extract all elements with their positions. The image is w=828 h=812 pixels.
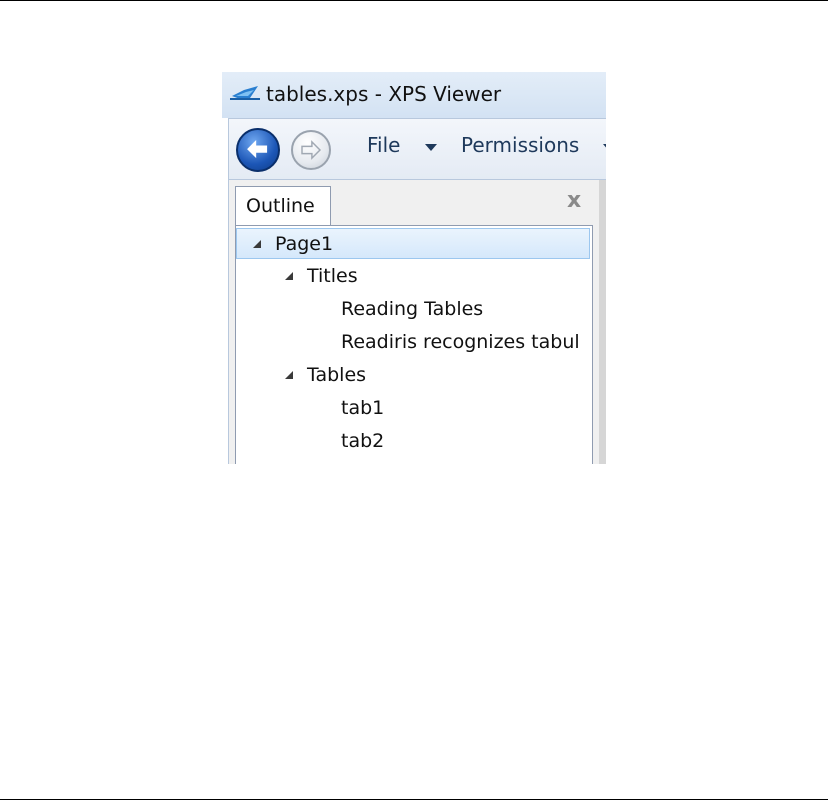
- tree-item-label: Tables: [307, 364, 367, 386]
- tree-item-page1[interactable]: Page1: [236, 228, 590, 259]
- permissions-menu[interactable]: Permissions: [461, 133, 579, 157]
- tab-outline[interactable]: Outline: [235, 186, 331, 226]
- tree-item-label: tab2: [341, 430, 385, 452]
- expander-icon[interactable]: [285, 371, 293, 379]
- tree-item-reading-tables[interactable]: Reading Tables: [236, 294, 590, 325]
- tree-item-label: tab1: [341, 397, 385, 419]
- tree-item-tab1[interactable]: tab1: [236, 393, 590, 424]
- close-icon[interactable]: x: [567, 188, 581, 213]
- panel-splitter[interactable]: [599, 180, 606, 464]
- expander-icon[interactable]: [253, 240, 261, 248]
- file-menu[interactable]: File: [367, 133, 400, 157]
- forward-arrow-icon: [301, 140, 322, 160]
- outline-panel: Outline x Page1 Titles Reading Tables Re…: [228, 180, 606, 464]
- xps-app-icon: [230, 84, 260, 102]
- tree-item-label: Page1: [275, 233, 334, 255]
- file-menu-chevron-down-icon[interactable]: [425, 144, 437, 151]
- tab-outline-label: Outline: [246, 195, 315, 217]
- back-button[interactable]: [236, 128, 280, 172]
- forward-button[interactable]: [291, 130, 331, 170]
- tree-item-readiris[interactable]: Readiris recognizes tabul: [236, 327, 590, 358]
- expander-icon[interactable]: [285, 272, 293, 280]
- top-rule: [0, 0, 828, 1]
- xps-viewer-window: tables.xps - XPS Viewer File Permissions…: [222, 72, 606, 464]
- window-title: tables.xps - XPS Viewer: [266, 82, 502, 106]
- tree-item-label: Titles: [307, 265, 358, 287]
- bottom-rule: [0, 799, 828, 800]
- toolbar: File Permissions: [228, 118, 606, 180]
- tree-item-label: Readiris recognizes tabul: [341, 331, 580, 353]
- tree-item-tables[interactable]: Tables: [236, 360, 590, 391]
- tree-item-tab2[interactable]: tab2: [236, 426, 590, 457]
- back-arrow-icon: [247, 140, 268, 159]
- outline-tree: Page1 Titles Reading Tables Readiris rec…: [235, 225, 593, 464]
- title-bar: tables.xps - XPS Viewer: [222, 72, 606, 118]
- permissions-menu-chevron-down-icon[interactable]: [603, 144, 606, 151]
- tree-item-label: Reading Tables: [341, 298, 484, 320]
- tree-item-titles[interactable]: Titles: [236, 261, 590, 292]
